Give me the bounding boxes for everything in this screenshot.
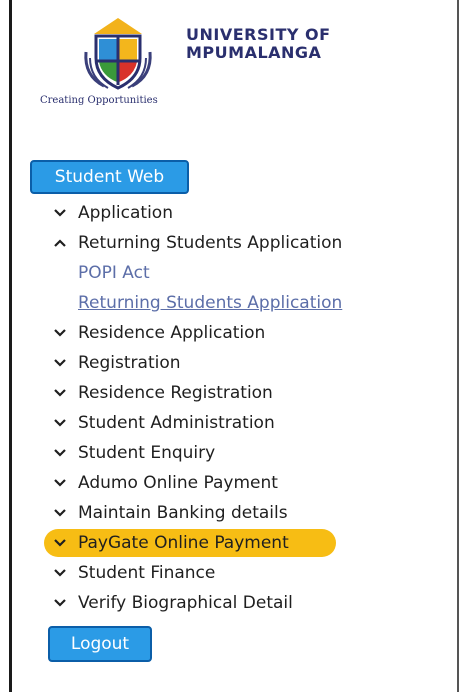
university-name-line2: MPUMALANGA [186,43,322,62]
menu-item-label: Student Administration [78,413,275,433]
menu-item-student-enquiry[interactable]: Student Enquiry [54,438,454,468]
menu-item-label: Registration [78,353,181,373]
menu-item-label: Application [78,203,173,223]
submenu-item-returning-application[interactable]: Returning Students Application [54,288,454,318]
university-tagline: Creating Opportunities [40,95,158,106]
menu-item-label: PayGate Online Payment [78,533,289,553]
menu-item-label: Residence Application [78,323,266,343]
chevron-down-icon [54,476,72,490]
menu-item-label: Residence Registration [78,383,273,403]
submenu-item-popi-act[interactable]: POPI Act [54,258,454,288]
menu-item-returning-students[interactable]: Returning Students Application [54,228,454,258]
chevron-down-icon [54,206,72,220]
chevron-down-icon [54,566,72,580]
chevron-down-icon [54,416,72,430]
site-header: UNIVERSITY OF MPUMALANGA Creating Opport… [40,12,400,122]
menu-item-application[interactable]: Application [54,198,454,228]
menu-item-label: Adumo Online Payment [78,473,278,493]
student-web-button[interactable]: Student Web [30,160,189,194]
chevron-down-icon [54,536,72,550]
chevron-down-icon [54,596,72,610]
menu-item-residence-application[interactable]: Residence Application [54,318,454,348]
university-crest-icon [84,18,152,90]
student-web-menu: Application Returning Students Applicati… [44,198,454,618]
chevron-down-icon [54,356,72,370]
menu-item-registration[interactable]: Registration [54,348,454,378]
menu-item-adumo-payment[interactable]: Adumo Online Payment [54,468,454,498]
chevron-up-icon [54,236,72,250]
menu-item-label: Student Finance [78,563,216,583]
menu-item-student-finance[interactable]: Student Finance [54,558,454,588]
logout-button[interactable]: Logout [48,626,152,662]
chevron-down-icon [54,326,72,340]
menu-item-label: Verify Biographical Detail [78,593,293,613]
left-frame-border [9,0,12,692]
popi-act-link[interactable]: POPI Act [78,263,150,283]
menu-item-residence-registration[interactable]: Residence Registration [54,378,454,408]
right-frame-border [457,0,459,692]
menu-item-student-administration[interactable]: Student Administration [54,408,454,438]
chevron-down-icon [54,446,72,460]
chevron-down-icon [54,386,72,400]
menu-item-label: Student Enquiry [78,443,216,463]
university-name-line1: UNIVERSITY OF [186,25,331,44]
menu-item-paygate-payment[interactable]: PayGate Online Payment [44,528,454,558]
chevron-down-icon [54,506,72,520]
university-name: UNIVERSITY OF MPUMALANGA [186,26,331,62]
menu-item-maintain-banking[interactable]: Maintain Banking details [54,498,454,528]
menu-item-label: Returning Students Application [78,233,343,253]
returning-application-link[interactable]: Returning Students Application [78,293,342,313]
menu-item-verify-biographical[interactable]: Verify Biographical Detail [54,588,454,618]
menu-item-label: Maintain Banking details [78,503,288,523]
